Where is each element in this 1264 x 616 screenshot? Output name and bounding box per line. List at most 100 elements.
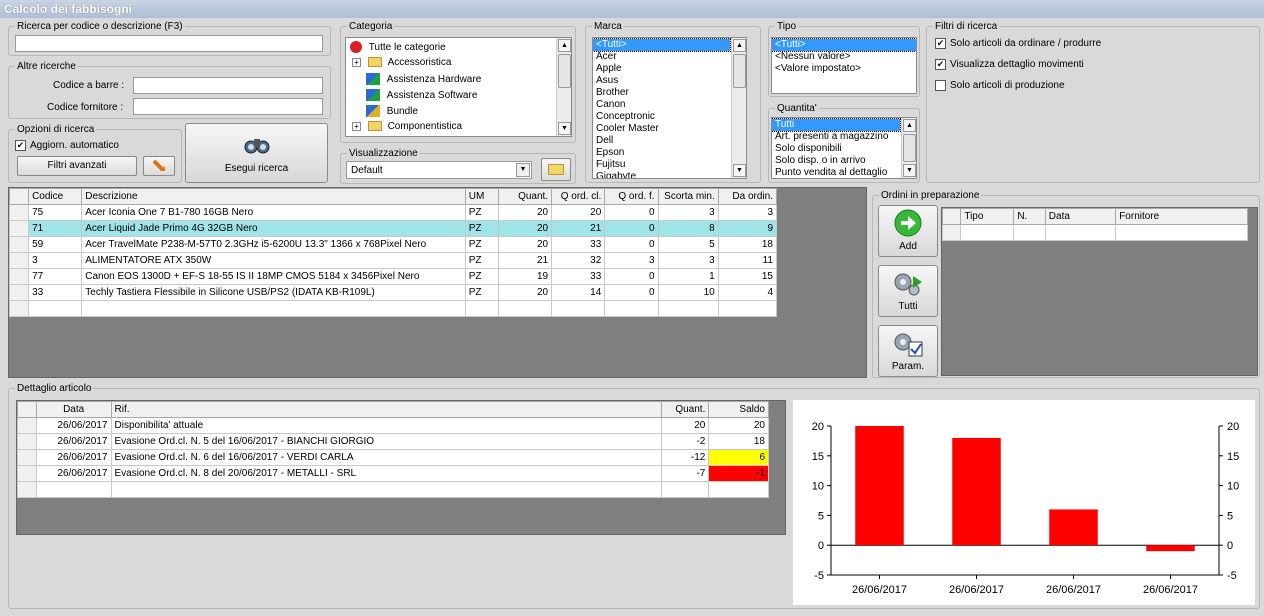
type-list[interactable]: <Tutti> <Nessun valore> <Valore impostat… xyxy=(771,37,917,94)
scroll-down-icon[interactable]: ▼ xyxy=(558,122,571,135)
view-group: Visualizzazione Default ▼ xyxy=(340,148,576,184)
category-item-all[interactable]: Tutte le categorie xyxy=(350,41,446,57)
scroll-thumb[interactable] xyxy=(558,54,571,88)
category-item-components[interactable]: + Componentistica xyxy=(352,121,462,136)
table-row[interactable]: 26/06/2017 Evasione Ord.cl. N. 5 del 16/0… xyxy=(17,433,769,450)
col-header[interactable]: Descrizione xyxy=(81,188,466,205)
col-header[interactable]: Fornitore xyxy=(1115,208,1248,225)
category-tree[interactable]: Tutte le categorie + Accessoristica Assi… xyxy=(345,37,572,137)
params-button[interactable]: Param. xyxy=(878,325,938,377)
brand-item[interactable]: Conceptronic xyxy=(593,111,730,123)
brand-list[interactable]: <Tutti> Acer Apple Asus Brother Canon Co… xyxy=(592,37,747,179)
type-item[interactable]: <Tutti> xyxy=(772,38,916,52)
chevron-down-icon[interactable]: ▼ xyxy=(516,163,530,177)
col-header[interactable]: N. xyxy=(1013,208,1046,225)
category-item-hw-support[interactable]: Assistenza Hardware xyxy=(366,73,481,89)
table-row[interactable]: 77 Canon EOS 1300D + EF-S 18-55 IS II 18M… xyxy=(8,268,778,285)
category-scrollbar[interactable]: ▲ ▼ xyxy=(556,38,571,136)
brand-item[interactable]: Fujitsu xyxy=(593,159,730,171)
table-row[interactable]: 33 Techly Tastiera Flessibile in Silicone… xyxy=(8,284,778,301)
table-row[interactable]: 26/06/2017 Disponibilita' attuale 20 20 xyxy=(17,417,769,434)
col-header[interactable]: Quant. xyxy=(660,401,710,418)
barcode-input[interactable] xyxy=(133,77,323,94)
detail-grid[interactable]: Data Rif. Quant. Saldo 26/06/2017 Disponi… xyxy=(16,400,786,535)
category-item-accessories[interactable]: + Accessoristica xyxy=(352,57,451,73)
table-row-empty[interactable] xyxy=(17,481,769,498)
scroll-up-icon[interactable]: ▲ xyxy=(733,39,746,52)
expand-icon[interactable]: + xyxy=(352,121,361,131)
quantity-item[interactable]: Solo disp. o in arrivo xyxy=(772,155,900,167)
col-header[interactable]: Codice xyxy=(28,188,83,205)
scroll-down-icon[interactable]: ▼ xyxy=(733,164,746,177)
quantity-list[interactable]: Tutti Art. presenti a magazzino Solo dis… xyxy=(771,117,917,179)
chart-bar xyxy=(1049,509,1098,546)
col-header[interactable]: Data xyxy=(35,401,112,418)
expand-icon[interactable]: + xyxy=(352,57,361,67)
open-view-button[interactable] xyxy=(541,158,571,181)
supplier-code-input[interactable] xyxy=(133,98,323,115)
table-row[interactable]: 3 ALIMENTATORE ATX 350W PZ 21 32 3 3 11 xyxy=(8,252,778,269)
quantity-item[interactable]: Punto vendita al dettaglio xyxy=(772,167,900,178)
all-orders-button[interactable]: Tutti xyxy=(878,265,938,317)
scroll-thumb[interactable] xyxy=(733,54,746,88)
col-header[interactable]: Q ord. cl. xyxy=(551,188,606,205)
brand-item[interactable]: <Tutti> xyxy=(593,38,731,52)
brand-item[interactable]: Gigabyte xyxy=(593,171,730,178)
col-header[interactable]: Q ord. f. xyxy=(604,188,659,205)
filter-movements-checkbox[interactable]: ✔ Visualizza dettaglio movimenti xyxy=(935,59,1084,70)
type-item[interactable]: <Valore impostato> xyxy=(772,63,916,75)
col-header[interactable]: Quant. xyxy=(497,188,553,205)
brand-item[interactable]: Cooler Master xyxy=(593,123,730,135)
type-item[interactable]: <Nessun valore> xyxy=(772,51,916,63)
brand-item[interactable]: Apple xyxy=(593,63,730,75)
category-item-bundle[interactable]: Bundle xyxy=(366,105,418,121)
brand-item[interactable]: Asus xyxy=(593,75,730,87)
table-row[interactable]: 59 Acer TravelMate P238-M-57T0 2.3GHz i5-… xyxy=(8,236,778,253)
scroll-up-icon[interactable]: ▲ xyxy=(903,119,916,132)
brand-item[interactable]: Brother xyxy=(593,87,730,99)
search-input[interactable] xyxy=(15,35,323,52)
filter-production-checkbox[interactable]: Solo articoli di produzione xyxy=(935,80,1065,91)
col-header[interactable]: Saldo xyxy=(708,401,769,418)
brand-item[interactable]: Epson xyxy=(593,147,730,159)
table-row-selected[interactable]: 71 Acer Liquid Jade Primo 4G 32GB Nero PZ 2… xyxy=(8,220,778,237)
col-header[interactable]: Data xyxy=(1044,208,1117,225)
orders-grid[interactable]: Tipo N. Data Fornitore xyxy=(941,207,1258,376)
articles-grid[interactable]: Codice Descrizione UM Quant. Q ord. cl. … xyxy=(8,187,867,378)
quantity-scrollbar[interactable]: ▲ ▼ xyxy=(901,118,916,178)
scroll-thumb[interactable] xyxy=(903,134,916,162)
quantity-item[interactable]: Art. presenti a magazzino xyxy=(772,131,900,143)
check-icon: ✔ xyxy=(15,140,26,151)
row-indicator xyxy=(17,401,37,418)
scroll-up-icon[interactable]: ▲ xyxy=(558,39,571,52)
col-header[interactable]: Da ordin. xyxy=(717,188,778,205)
window-title: Calcolo dei fabbisogni xyxy=(0,0,1264,18)
table-row[interactable]: 26/06/2017 Evasione Ord.cl. N. 6 del 16/0… xyxy=(17,449,769,466)
quantity-item[interactable]: Tutti xyxy=(772,118,901,132)
brand-item[interactable]: Acer xyxy=(593,51,730,63)
col-header[interactable]: Rif. xyxy=(110,401,662,418)
category-item-sw-support[interactable]: Assistenza Software xyxy=(366,89,477,105)
brand-item[interactable]: Canon xyxy=(593,99,730,111)
scroll-down-icon[interactable]: ▼ xyxy=(903,164,916,177)
category-group: Categoria Tutte le categorie + Accessori… xyxy=(340,21,576,143)
col-header[interactable]: Scorta min. xyxy=(657,188,719,205)
table-row[interactable]: 75 Acer Iconia One 7 B1-780 16GB Nero PZ 20… xyxy=(8,204,778,221)
col-header[interactable]: UM xyxy=(464,188,499,205)
auto-update-checkbox[interactable]: ✔ Aggiorn. automatico xyxy=(15,140,119,151)
view-select[interactable]: Default ▼ xyxy=(346,161,532,179)
table-row-empty[interactable] xyxy=(8,300,778,317)
filter-to-order-checkbox[interactable]: ✔ Solo articoli da ordinare / produrre xyxy=(935,38,1101,49)
balance-chart: -5 -5 0 0 5 5 10 10 15 15 20 20 26/06/2017 26/06/2017… xyxy=(793,400,1255,605)
run-search-button[interactable]: Esegui ricerca xyxy=(185,123,328,183)
brand-item[interactable]: Dell xyxy=(593,135,730,147)
clear-filters-button[interactable] xyxy=(143,156,175,176)
brand-scrollbar[interactable]: ▲ ▼ xyxy=(731,38,746,178)
quantity-item[interactable]: Solo disponibili xyxy=(772,143,900,155)
table-row-empty[interactable] xyxy=(941,224,1248,241)
advanced-filters-button[interactable]: Filtri avanzati xyxy=(17,156,137,176)
type-group: Tipo <Tutti> <Nessun valore> <Valore imp… xyxy=(768,21,920,97)
table-row[interactable]: 26/06/2017 Evasione Ord.cl. N. 8 del 20/0… xyxy=(17,465,769,482)
add-order-button[interactable]: Add xyxy=(878,205,938,257)
col-header[interactable]: Tipo xyxy=(960,208,1015,225)
